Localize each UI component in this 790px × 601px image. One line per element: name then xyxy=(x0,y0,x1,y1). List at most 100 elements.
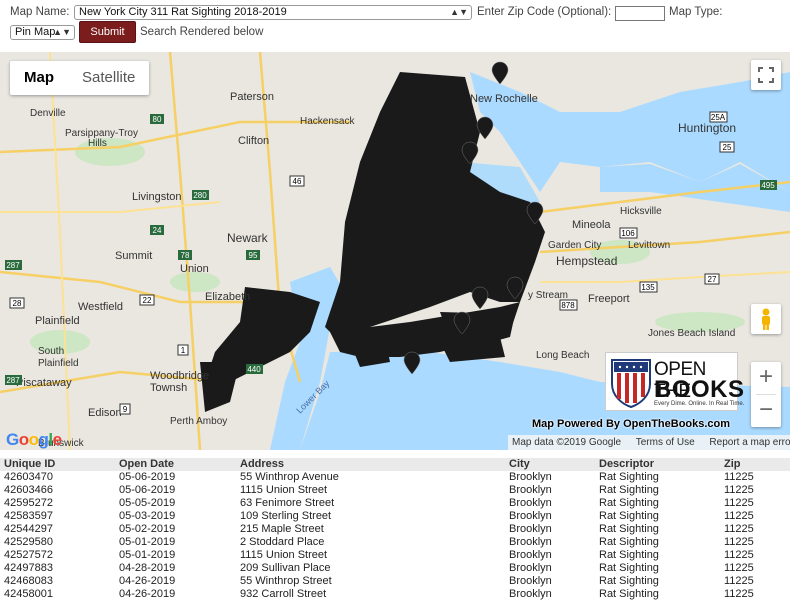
table-row[interactable]: 42544297 05-02-2019 215 Maple Street Brookl… xyxy=(0,523,790,536)
table-cell: 05-01-2019 xyxy=(119,549,176,561)
table-cell: Rat Sighting xyxy=(599,562,659,574)
map-name-label: Map Name: xyxy=(10,6,70,18)
svg-text:80: 80 xyxy=(153,115,162,124)
map-name-select[interactable]: New York City 311 Rat Sighting 2018-2019… xyxy=(74,5,472,20)
table-cell: 04-26-2019 xyxy=(119,575,176,587)
svg-text:24: 24 xyxy=(153,226,162,235)
table-row[interactable]: 42595272 05-05-2019 63 Fenimore Street Broo… xyxy=(0,497,790,510)
svg-text:Hempstead: Hempstead xyxy=(556,254,617,268)
us-flag-shield-icon xyxy=(611,359,651,408)
table-cell: 04-28-2019 xyxy=(119,562,176,574)
column-header[interactable]: Descriptor xyxy=(595,458,720,471)
brand-tagline: Every Dime. Online. In Real Time. xyxy=(654,401,745,407)
table-row[interactable]: 42468083 04-26-2019 55 Winthrop Street Broo… xyxy=(0,575,790,588)
map-attribution-bar: Map data ©2019 Google Terms of Use Repor… xyxy=(508,435,790,450)
svg-text:Townsh: Townsh xyxy=(150,382,187,394)
svg-text:Levittown: Levittown xyxy=(628,240,670,251)
table-cell: 215 Maple Street xyxy=(240,523,324,535)
svg-text:Denville: Denville xyxy=(30,108,66,119)
table-row[interactable]: 42603466 05-06-2019 1115 Union Street Brook… xyxy=(0,484,790,497)
map-type-select[interactable]: Pin Map ▲▼ xyxy=(10,25,75,40)
column-header[interactable]: Address xyxy=(236,458,505,471)
table-cell: Brooklyn xyxy=(509,510,552,522)
column-header[interactable]: Zip xyxy=(720,458,790,471)
svg-text:Huntington: Huntington xyxy=(678,121,736,135)
map-data-attribution: Map data ©2019 Google xyxy=(512,437,622,448)
table-cell: 1115 Union Street xyxy=(240,484,328,496)
table-cell: 55 Winthrop Street xyxy=(240,575,332,587)
svg-text:78: 78 xyxy=(181,251,190,260)
fullscreen-button[interactable] xyxy=(751,60,781,90)
table-cell: 11225 xyxy=(724,471,754,483)
zoom-out-button[interactable]: − xyxy=(751,395,781,427)
svg-text:Plainfield: Plainfield xyxy=(38,358,79,369)
table-cell: 42527572 xyxy=(4,549,53,561)
map-name-value: New York City 311 Rat Sighting 2018-2019 xyxy=(79,6,287,18)
map-type-label: Map Type: xyxy=(669,6,723,18)
table-cell: 05-02-2019 xyxy=(119,523,176,535)
table-row[interactable]: 42603470 05-06-2019 55 Winthrop Avenue Broo… xyxy=(0,471,790,484)
svg-text:9: 9 xyxy=(123,405,128,414)
table-cell: 42595272 xyxy=(4,497,53,509)
svg-text:Clifton: Clifton xyxy=(238,135,269,147)
table-row[interactable]: 42497883 04-28-2019 209 Sullivan Place Broo… xyxy=(0,562,790,575)
map-view-button[interactable]: Map xyxy=(10,61,68,95)
svg-text:878: 878 xyxy=(561,301,575,310)
svg-text:1: 1 xyxy=(181,346,186,355)
svg-text:y Stream: y Stream xyxy=(528,290,568,301)
table-cell: 55 Winthrop Avenue xyxy=(240,471,339,483)
map-type-control: Map Satellite xyxy=(10,61,150,95)
svg-text:Summit: Summit xyxy=(115,250,152,262)
svg-text:287: 287 xyxy=(6,261,20,270)
table-cell: 42544297 xyxy=(4,523,53,535)
table-cell: 11225 xyxy=(724,588,754,600)
svg-text:46: 46 xyxy=(293,177,302,186)
map-canvas[interactable]: Paterson New Rochelle Huntington Clifton… xyxy=(0,52,790,450)
table-row[interactable]: 42458001 04-26-2019 932 Carroll Street Broo… xyxy=(0,588,790,601)
table-cell: 42468083 xyxy=(4,575,53,587)
table-cell: Brooklyn xyxy=(509,536,552,548)
svg-text:287: 287 xyxy=(6,376,20,385)
powered-by-link[interactable]: Map Powered By OpenTheBooks.com xyxy=(532,418,730,430)
svg-text:Edison: Edison xyxy=(88,407,122,419)
column-header[interactable]: City xyxy=(505,458,595,471)
submit-button[interactable]: Submit xyxy=(79,21,136,43)
svg-text:Long Beach: Long Beach xyxy=(536,350,589,361)
svg-text:Perth Amboy: Perth Amboy xyxy=(170,416,227,427)
table-cell: Rat Sighting xyxy=(599,497,659,509)
svg-text:106: 106 xyxy=(621,229,635,238)
table-cell: 11225 xyxy=(724,549,754,561)
table-cell: Brooklyn xyxy=(509,471,552,483)
fullscreen-icon xyxy=(758,67,774,83)
table-cell: 11225 xyxy=(724,536,754,548)
table-row[interactable]: 42583597 05-03-2019 109 Sterling Street Bro… xyxy=(0,510,790,523)
report-map-error-link[interactable]: Report a map error xyxy=(709,437,790,448)
select-arrow-icon: ▲▼ xyxy=(450,7,468,17)
zip-label: Enter Zip Code (Optional): xyxy=(477,6,612,18)
open-the-books-logo[interactable]: OPEN THE BOOKS Every Dime. Online. In Re… xyxy=(605,352,744,411)
zoom-in-button[interactable]: + xyxy=(751,362,781,394)
table-cell: Brooklyn xyxy=(509,562,552,574)
terms-of-use-link[interactable]: Terms of Use xyxy=(636,437,695,448)
svg-text:25: 25 xyxy=(723,143,732,152)
column-header[interactable]: Unique ID xyxy=(0,458,115,471)
table-row[interactable]: 42529580 05-01-2019 2 Stoddard Place Brookl… xyxy=(0,536,790,549)
svg-text:Elizabeth: Elizabeth xyxy=(205,291,250,303)
zip-code-input[interactable] xyxy=(615,6,665,21)
svg-text:Plainfield: Plainfield xyxy=(35,315,80,327)
search-toolbar: Map Name: New York City 311 Rat Sighting… xyxy=(0,0,790,48)
column-header[interactable]: Open Date xyxy=(115,458,236,471)
svg-text:Livingston: Livingston xyxy=(132,191,182,203)
table-cell: 63 Fenimore Street xyxy=(240,497,335,509)
table-row[interactable]: 42527572 05-01-2019 1115 Union Street Brook… xyxy=(0,549,790,562)
brand-line2: BOOKS xyxy=(654,376,745,403)
table-cell: Brooklyn xyxy=(509,497,552,509)
table-cell: Rat Sighting xyxy=(599,575,659,587)
table-cell: Brooklyn xyxy=(509,484,552,496)
svg-text:Jones Beach Island: Jones Beach Island xyxy=(648,328,735,339)
satellite-view-button[interactable]: Satellite xyxy=(68,61,149,95)
table-cell: 209 Sullivan Place xyxy=(240,562,331,574)
table-cell: Brooklyn xyxy=(509,588,552,600)
table-cell: 42529580 xyxy=(4,536,53,548)
street-view-pegman-button[interactable] xyxy=(751,304,781,334)
